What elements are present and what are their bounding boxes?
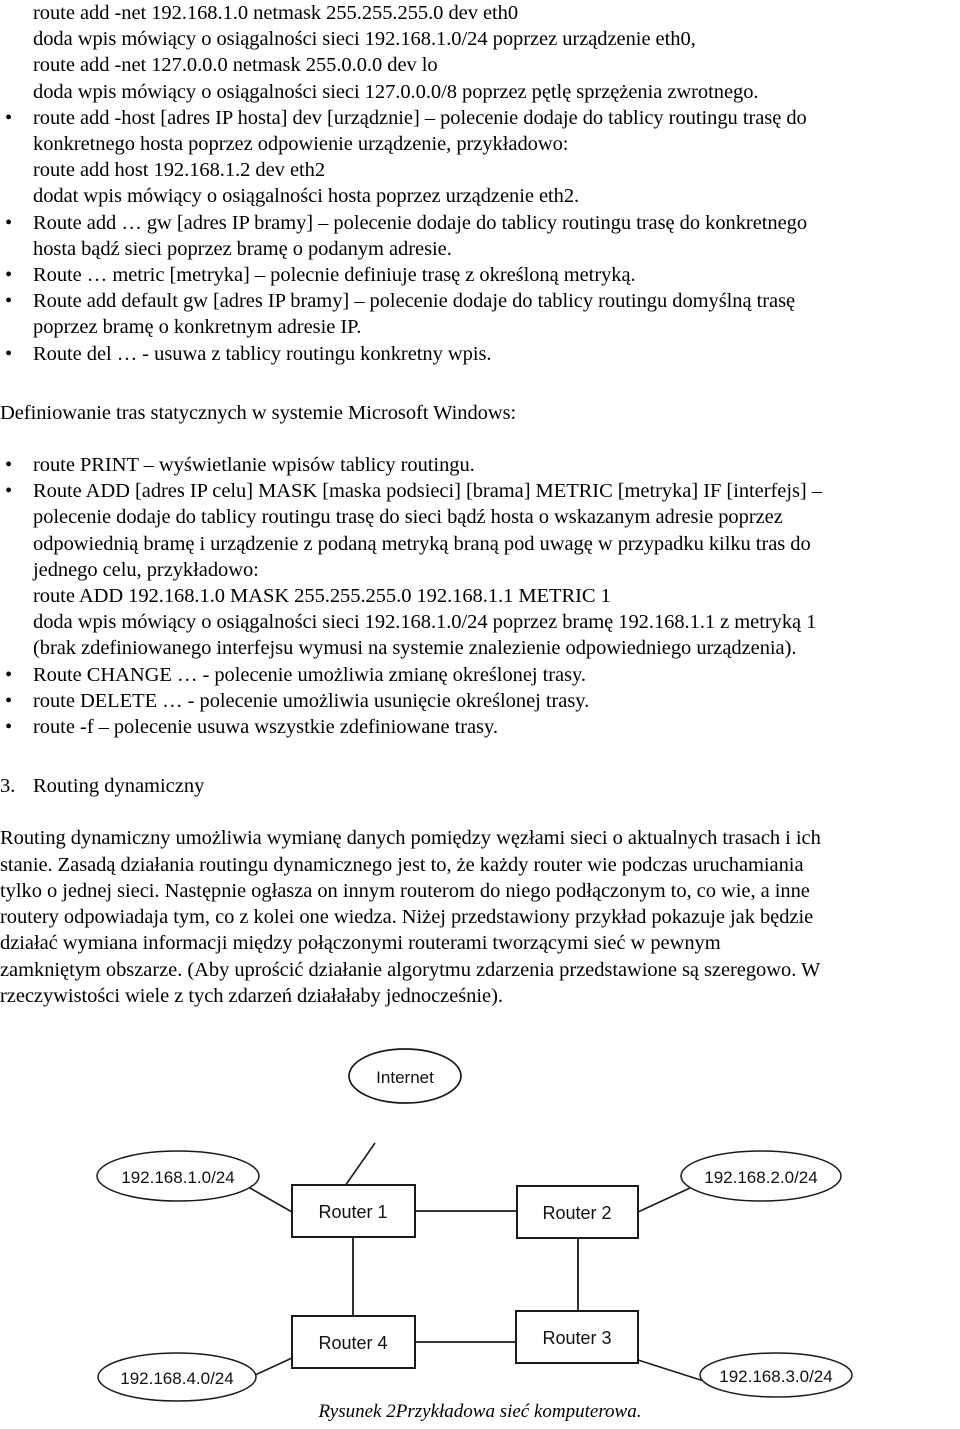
text-line: route add -net 127.0.0.0 netmask 255.0.0…: [33, 54, 438, 77]
text-line: dodat wpis mówiący o osiągalności hosta …: [33, 185, 580, 208]
router2-label: Router 2: [542, 1203, 611, 1223]
bullet-list-item: • Route add … gw [adres IP bramy] – polec…: [0, 210, 960, 236]
section-heading: 3. Routing dynamiczny: [0, 773, 960, 799]
node-internet: Internet: [348, 1048, 462, 1104]
bullet-list-item: • Route … metric [metryka] – polecnie def…: [0, 262, 960, 288]
net2-label: 192.168.2.0/24: [704, 1168, 817, 1187]
text-line: zamkniętym obszarze. (Aby uprościć dział…: [0, 958, 821, 981]
bullet-list-item: • route PRINT – wyświetlanie wpisów tabli…: [0, 452, 960, 478]
text-line: hosta bądź sieci poprzez bramę o podanym…: [33, 237, 452, 260]
text-line: route ADD 192.168.1.0 MASK 255.255.255.0…: [33, 585, 611, 608]
text-line: odpowiednią bramę i urządzenie z podaną …: [33, 532, 811, 555]
section-title: Routing dynamiczny: [33, 775, 205, 798]
node-router3: Router 3: [515, 1310, 639, 1364]
link-internet-router1: [344, 1142, 376, 1187]
bullet-marker-icon: •: [5, 290, 13, 313]
text-line: doda wpis mówiący o osiągalności sieci 1…: [33, 28, 696, 51]
node-net1: 192.168.1.0/24: [96, 1150, 260, 1202]
node-net2: 192.168.2.0/24: [680, 1150, 842, 1202]
text-line: routery odpowiadaja tym, co z kolei one …: [0, 906, 814, 929]
bullet-marker-icon: •: [5, 480, 13, 503]
node-router2: Router 2: [516, 1185, 639, 1239]
internet-label: Internet: [376, 1068, 434, 1087]
bullet-marker-icon: •: [5, 211, 13, 234]
text-line: działać wymiana informacji między połącz…: [0, 932, 721, 955]
bullet-item-text: Route add default gw [adres IP bramy] – …: [33, 290, 796, 313]
text-line: jednego celu, przykładowo:: [33, 558, 259, 581]
network-topology-diagram: Internet Router 1 Router 2 Router 3 Rout…: [0, 1040, 960, 1429]
text-line: doda wpis mówiący o osiągalności sieci 1…: [33, 611, 817, 634]
section-number: 3.: [0, 775, 16, 798]
figure-caption: Rysunek 2Przykładowa sieć komputerowa.: [318, 1401, 642, 1422]
bullet-item-text: Route del … - usuwa z tablicy routingu k…: [33, 342, 492, 365]
node-net3: 192.168.3.0/24: [699, 1352, 853, 1398]
bullet-marker-icon: •: [5, 663, 13, 686]
text-line: konkretnego hosta poprzez odpowienie urz…: [33, 133, 569, 156]
bullet-list-item: • Route ADD [adres IP celu] MASK [maska p…: [0, 478, 960, 504]
bullet-marker-icon: •: [5, 716, 13, 739]
bullet-item-text: route DELETE … - polecenie umożliwia usu…: [33, 689, 590, 712]
net3-label: 192.168.3.0/24: [719, 1367, 832, 1386]
text-line: polecenie dodaje do tablicy routingu tra…: [33, 506, 783, 529]
text-line: stanie. Zasadą działania routingu dynami…: [0, 853, 804, 876]
link-net1-router1: [249, 1187, 293, 1213]
bullet-list-item: • route DELETE … - polecenie umożliwia us…: [0, 688, 960, 714]
bullet-list-item: • Route add default gw [adres IP bramy] –…: [0, 288, 960, 314]
net4-label: 192.168.4.0/24: [120, 1369, 233, 1388]
node-net4: 192.168.4.0/24: [97, 1352, 257, 1402]
bullet-list-item: • route add -host [adres IP hosta] dev [u…: [0, 105, 960, 131]
node-router4: Router 4: [291, 1315, 416, 1369]
router3-label: Router 3: [542, 1328, 611, 1348]
link-net2-router2: [637, 1187, 691, 1213]
bullet-marker-icon: •: [5, 264, 13, 287]
bullet-item-text: Route ADD [adres IP celu] MASK [maska po…: [33, 480, 822, 503]
text-line: route add host 192.168.1.2 dev eth2: [33, 159, 326, 182]
text-line: poprzez bramę o konkretnym adresie IP.: [33, 316, 362, 339]
link-net3-router3: [637, 1359, 711, 1384]
bullet-list-item: • route -f – polecenie usuwa wszystkie zd…: [0, 714, 960, 740]
bullet-list-item: • Route CHANGE … - polecenie umożliwia zm…: [0, 662, 960, 688]
text-line: Definiowanie tras statycznych w systemie…: [0, 401, 517, 424]
net1-label: 192.168.1.0/24: [121, 1168, 234, 1187]
router4-label: Router 4: [318, 1333, 387, 1353]
bullet-item-text: route add -host [adres IP hosta] dev [ur…: [33, 106, 807, 129]
bullet-marker-icon: •: [5, 342, 13, 365]
bullet-item-text: route PRINT – wyświetlanie wpisów tablic…: [33, 454, 475, 477]
bullet-marker-icon: •: [5, 106, 13, 129]
bullet-item-text: Route … metric [metryka] – polecnie defi…: [33, 264, 636, 287]
text-line: Routing dynamiczny umożliwia wymianę dan…: [0, 827, 821, 850]
text-line: (brak zdefiniowanego interfejsu wymusi n…: [33, 637, 797, 660]
bullet-item-text: route -f – polecenie usuwa wszystkie zde…: [33, 716, 498, 739]
network-diagram-svg: Internet Router 1 Router 2 Router 3 Rout…: [96, 1048, 853, 1402]
router1-label: Router 1: [318, 1202, 387, 1222]
text-line: rzeczywistości wiele z tych zdarzeń dzia…: [0, 984, 503, 1007]
bullet-list-item: • Route del … - usuwa z tablicy routingu …: [0, 341, 960, 367]
document-body: route add -net 192.168.1.0 netmask 255.2…: [0, 0, 960, 1009]
document-page: route add -net 192.168.1.0 netmask 255.2…: [0, 0, 960, 1429]
node-router1: Router 1: [291, 1184, 416, 1238]
text-line: tylko o jednej sieci. Następnie ogłasza …: [0, 879, 810, 902]
bullet-marker-icon: •: [5, 689, 13, 712]
text-line: route add -net 192.168.1.0 netmask 255.2…: [33, 2, 519, 24]
bullet-item-text: Route add … gw [adres IP bramy] – polece…: [33, 211, 808, 234]
bullet-item-text: Route CHANGE … - polecenie umożliwia zmi…: [33, 663, 586, 686]
text-line: doda wpis mówiący o osiągalności sieci 1…: [33, 80, 759, 103]
bullet-marker-icon: •: [5, 454, 13, 477]
